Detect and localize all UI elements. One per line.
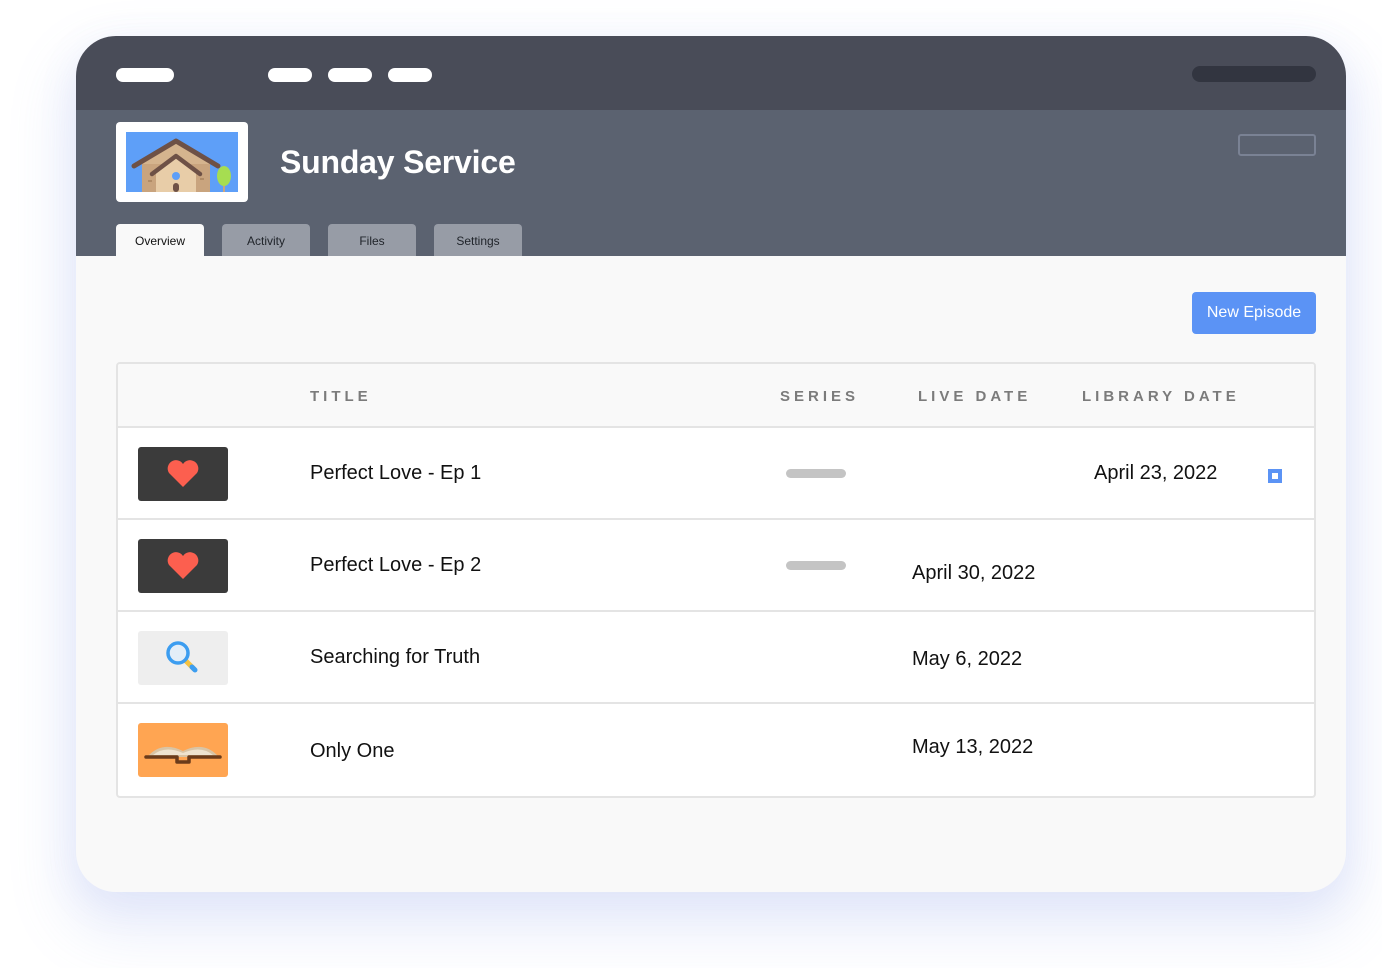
app-window: Sunday Service Overview Activity Files S… [76,36,1346,892]
nav-link-placeholder-3[interactable] [388,68,432,82]
channel-header: Sunday Service Overview Activity Files S… [76,110,1346,256]
heart-icon [167,460,199,487]
tab-overview[interactable]: Overview [116,224,204,256]
new-episode-button[interactable]: New Episode [1192,292,1316,334]
table-row[interactable]: Searching for Truth May 6, 2022 [118,612,1314,704]
open-book-icon [144,746,222,764]
tab-bar: Overview Activity Files Settings [116,224,522,256]
table-row[interactable]: Perfect Love - Ep 1 April 23, 2022 [118,428,1314,520]
series-placeholder [786,469,846,478]
house-icon [126,132,238,192]
search-bar-placeholder[interactable] [1192,66,1316,82]
episodes-table: TITLE SERIES LIVE DATE LIBRARY DATE Perf… [116,362,1316,798]
episode-title[interactable]: Only One [310,740,394,763]
column-header-library-date[interactable]: LIBRARY DATE [1082,388,1240,405]
heart-icon [167,552,199,579]
table-row[interactable]: Only One May 13, 2022 [118,704,1314,796]
episode-thumbnail [138,539,228,593]
episode-thumbnail [138,723,228,777]
nav-link-placeholder-1[interactable] [268,68,312,82]
episode-thumbnail [138,631,228,685]
live-date: April 30, 2022 [912,562,1036,584]
nav-link-placeholder-2[interactable] [328,68,372,82]
table-header: TITLE SERIES LIVE DATE LIBRARY DATE [118,364,1314,428]
magnifier-icon [166,641,198,673]
header-action-button-placeholder[interactable] [1238,134,1316,156]
episode-thumbnail [138,447,228,501]
episode-title[interactable]: Perfect Love - Ep 2 [310,554,481,577]
top-navigation-bar [76,36,1346,110]
episode-title[interactable]: Perfect Love - Ep 1 [310,462,481,485]
column-header-title[interactable]: TITLE [310,388,372,405]
column-header-live-date[interactable]: LIVE DATE [918,388,1031,405]
page-title: Sunday Service [280,144,516,180]
channel-thumbnail [116,122,248,202]
table-row[interactable]: Perfect Love - Ep 2 April 30, 2022 [118,520,1314,612]
column-header-series[interactable]: SERIES [780,388,859,405]
live-date: May 13, 2022 [912,736,1034,758]
logo-placeholder[interactable] [116,68,174,82]
episode-title[interactable]: Searching for Truth [310,646,480,669]
live-date: May 6, 2022 [912,648,1023,670]
library-date: April 23, 2022 [1094,462,1218,484]
tab-activity[interactable]: Activity [222,224,310,256]
tab-settings[interactable]: Settings [434,224,522,256]
tab-files[interactable]: Files [328,224,416,256]
series-placeholder [786,561,846,570]
row-checkbox[interactable] [1268,469,1282,483]
